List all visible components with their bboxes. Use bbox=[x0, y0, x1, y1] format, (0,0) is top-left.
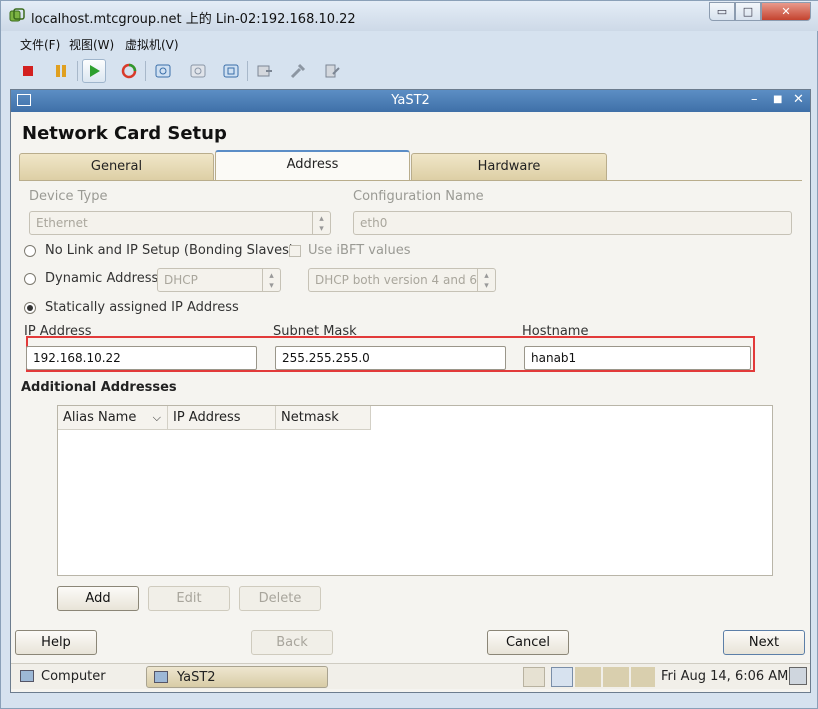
radio-static[interactable] bbox=[24, 302, 36, 314]
close-button[interactable]: ✕ bbox=[761, 2, 811, 21]
device-type-select[interactable]: Ethernet ▴ ▾ bbox=[29, 211, 331, 235]
back-button[interactable]: Back bbox=[251, 630, 333, 655]
stop-icon[interactable] bbox=[16, 59, 40, 83]
toolbar-separator bbox=[77, 61, 78, 81]
tab-general[interactable]: General bbox=[19, 153, 214, 181]
monitor-icon[interactable] bbox=[523, 667, 545, 687]
hostname-input[interactable]: hanab1 bbox=[524, 346, 751, 370]
table-header: Alias Name ⌵ IP Address Netmask bbox=[58, 406, 371, 430]
yast-close-icon[interactable]: ✕ bbox=[793, 92, 804, 107]
clock[interactable]: Fri Aug 14, 6:06 AM bbox=[661, 669, 788, 684]
yast-titlebar: YaST2 – ■ ✕ bbox=[11, 90, 810, 112]
workspace-3[interactable] bbox=[603, 667, 629, 687]
snapshot-manager-icon[interactable] bbox=[219, 59, 243, 83]
tab-hardware[interactable]: Hardware bbox=[411, 153, 607, 181]
computer-icon bbox=[20, 670, 34, 682]
tab-address[interactable]: Address bbox=[215, 150, 410, 181]
chevron-down-icon: ⌵ bbox=[152, 411, 161, 424]
vm-window-title: localhost.mtcgroup.net 上的 Lin-02:192.168… bbox=[31, 12, 356, 27]
taskbar-computer[interactable]: Computer bbox=[41, 669, 106, 684]
snapshot-icon[interactable] bbox=[151, 59, 175, 83]
ibft-checkbox[interactable] bbox=[289, 245, 301, 257]
show-desktop-icon[interactable] bbox=[789, 667, 807, 685]
taskbar-task-yast[interactable]: YaST2 bbox=[146, 666, 328, 688]
chevron-updown-icon: ▴ ▾ bbox=[262, 269, 280, 291]
alias-table[interactable]: Alias Name ⌵ IP Address Netmask bbox=[57, 405, 773, 576]
pause-icon[interactable] bbox=[49, 59, 73, 83]
yast-window-title: YaST2 bbox=[391, 93, 430, 108]
cancel-button[interactable]: Cancel bbox=[487, 630, 569, 655]
play-icon[interactable] bbox=[82, 59, 106, 83]
yast-window: YaST2 – ■ ✕ Network Card Setup General A… bbox=[10, 89, 811, 693]
toolbar-separator bbox=[145, 61, 146, 81]
dhcp-version-value: DHCP both version 4 and 6 bbox=[315, 273, 478, 287]
config-name-label: Configuration Name bbox=[353, 189, 484, 204]
additional-addresses-title: Additional Addresses bbox=[21, 380, 177, 395]
menu-vm[interactable]: 虚拟机(V) bbox=[125, 36, 179, 53]
workspace-2[interactable] bbox=[575, 667, 601, 687]
ibft-label: Use iBFT values bbox=[308, 243, 411, 258]
vm-titlebar: localhost.mtcgroup.net 上的 Lin-02:192.168… bbox=[1, 1, 818, 31]
dhcp-version-select[interactable]: DHCP both version 4 and 6 ▴ ▾ bbox=[308, 268, 496, 292]
workspace-4[interactable] bbox=[631, 667, 655, 687]
device-type-value: Ethernet bbox=[36, 216, 88, 230]
maximize-button[interactable]: □ bbox=[735, 2, 761, 21]
col-netmask[interactable]: Netmask bbox=[276, 406, 371, 430]
menu-file[interactable]: 文件(F) bbox=[20, 36, 60, 53]
yast-maximize-icon[interactable]: ■ bbox=[773, 94, 782, 105]
vm-menubar: 文件(F) 视图(W) 虚拟机(V) bbox=[11, 33, 811, 55]
menu-view[interactable]: 视图(W) bbox=[69, 36, 114, 53]
minimize-button[interactable]: ▭ bbox=[709, 2, 735, 21]
settings-icon[interactable] bbox=[320, 59, 344, 83]
vm-window: localhost.mtcgroup.net 上的 Lin-02:192.168… bbox=[0, 0, 818, 709]
next-button[interactable]: Next bbox=[723, 630, 805, 655]
col-ip-address[interactable]: IP Address bbox=[168, 406, 276, 430]
radio-no-link-label: No Link and IP Setup (Bonding Slaves) bbox=[45, 243, 294, 258]
radio-static-label: Statically assigned IP Address bbox=[45, 300, 239, 315]
subnet-mask-input[interactable]: 255.255.255.0 bbox=[275, 346, 506, 370]
workspace-1[interactable] bbox=[551, 667, 573, 687]
tab-divider bbox=[19, 180, 802, 181]
device-type-label: Device Type bbox=[29, 189, 108, 204]
delete-button[interactable]: Delete bbox=[239, 586, 321, 611]
toolbar-separator bbox=[247, 61, 248, 81]
refresh-icon[interactable] bbox=[117, 59, 141, 83]
col-alias-name[interactable]: Alias Name ⌵ bbox=[58, 406, 168, 430]
window-icon bbox=[154, 671, 168, 683]
taskbar: Computer YaST2 Fri Aug 14, 6:06 AM bbox=[11, 663, 810, 689]
radio-dynamic-label: Dynamic Address bbox=[45, 271, 159, 286]
radio-no-link[interactable] bbox=[24, 245, 36, 257]
vm-toolbar bbox=[11, 56, 811, 86]
edit-button[interactable]: Edit bbox=[148, 586, 230, 611]
page-title: Network Card Setup bbox=[22, 123, 227, 144]
vmware-logo-icon bbox=[9, 8, 25, 22]
snapshot-revert-icon[interactable] bbox=[186, 59, 210, 83]
tools-icon[interactable] bbox=[286, 59, 310, 83]
dhcp-mode-value: DHCP bbox=[164, 273, 198, 287]
config-name-field[interactable]: eth0 bbox=[353, 211, 792, 235]
col-alias-name-label: Alias Name bbox=[63, 410, 137, 425]
chevron-updown-icon: ▴ ▾ bbox=[312, 212, 330, 234]
yast-minimize-icon[interactable]: – bbox=[751, 92, 758, 107]
dhcp-mode-select[interactable]: DHCP ▴ ▾ bbox=[157, 268, 281, 292]
help-button[interactable]: Help bbox=[15, 630, 97, 655]
ip-address-input[interactable]: 192.168.10.22 bbox=[26, 346, 257, 370]
radio-dynamic[interactable] bbox=[24, 273, 36, 285]
migrate-icon[interactable] bbox=[253, 59, 277, 83]
chevron-updown-icon: ▴ ▾ bbox=[477, 269, 495, 291]
add-button[interactable]: Add bbox=[57, 586, 139, 611]
taskbar-task-label: YaST2 bbox=[177, 670, 216, 685]
